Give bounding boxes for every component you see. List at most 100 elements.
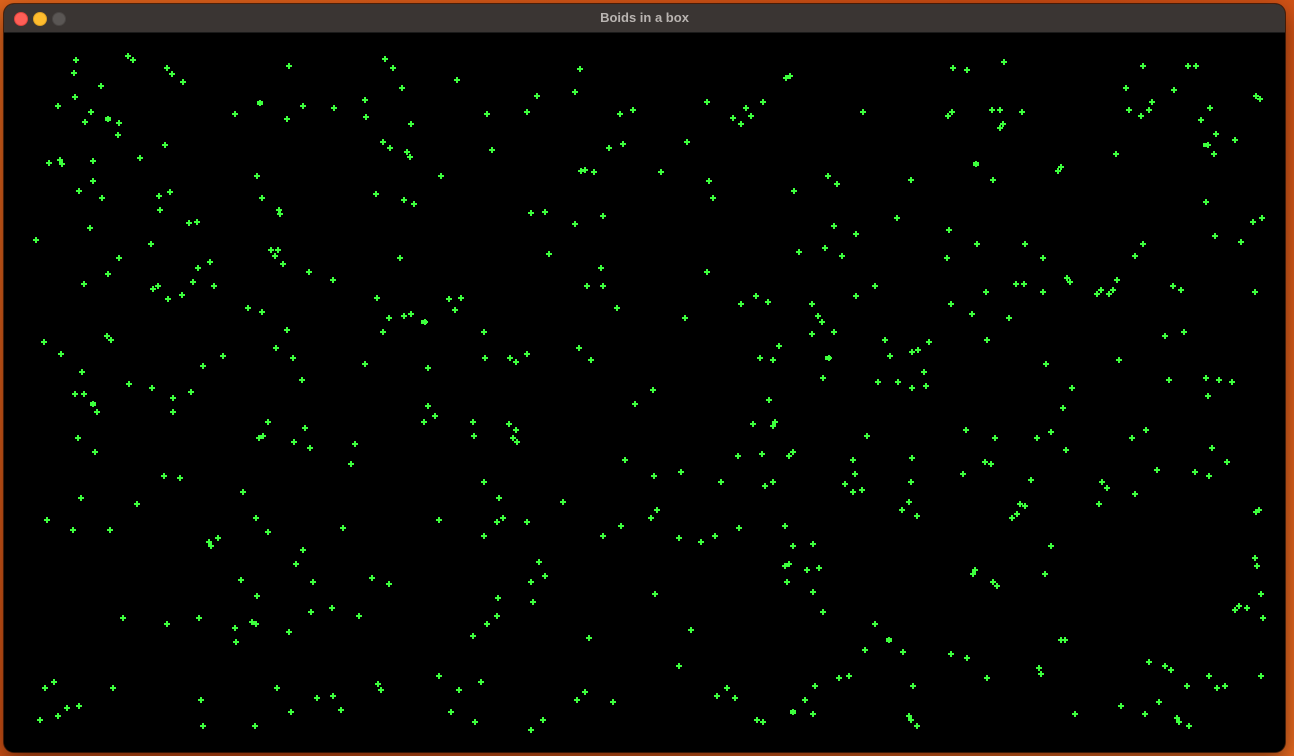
boid	[949, 109, 955, 115]
boid-large	[421, 320, 427, 324]
boid	[900, 649, 906, 655]
boid	[81, 391, 87, 397]
boid	[534, 93, 540, 99]
titlebar[interactable]: Boids in a box	[4, 4, 1285, 33]
boid	[676, 535, 682, 541]
boid	[275, 247, 281, 253]
boid	[286, 63, 292, 69]
boid	[1213, 131, 1219, 137]
boid	[386, 315, 392, 321]
boid	[1138, 113, 1144, 119]
boid	[291, 439, 297, 445]
boid	[387, 145, 393, 151]
boid	[620, 141, 626, 147]
boid	[188, 389, 194, 395]
boid	[363, 114, 369, 120]
boid	[1019, 109, 1025, 115]
boid	[481, 533, 487, 539]
boid	[1258, 673, 1264, 679]
boid	[698, 539, 704, 545]
boid	[90, 158, 96, 164]
boid	[750, 421, 756, 427]
boid-large	[257, 101, 263, 105]
boid	[1142, 711, 1148, 717]
boid	[1259, 215, 1265, 221]
boid	[606, 145, 612, 151]
boid	[1156, 699, 1162, 705]
boid	[33, 237, 39, 243]
boid	[489, 147, 495, 153]
boid	[822, 245, 828, 251]
boid	[1001, 59, 1007, 65]
boid	[950, 65, 956, 71]
boid	[164, 621, 170, 627]
boid	[524, 519, 530, 525]
boid	[46, 160, 52, 166]
boid	[514, 439, 520, 445]
boid	[831, 329, 837, 335]
boid	[299, 377, 305, 383]
boid	[909, 385, 915, 391]
boid	[167, 189, 173, 195]
boid	[732, 695, 738, 701]
boid	[820, 609, 826, 615]
boid	[137, 155, 143, 161]
boid	[1232, 137, 1238, 143]
boid	[274, 685, 280, 691]
boid	[815, 313, 821, 319]
boid	[710, 195, 716, 201]
boid	[157, 207, 163, 213]
boid	[481, 479, 487, 485]
boid	[582, 167, 588, 173]
boid	[401, 313, 407, 319]
boid	[180, 79, 186, 85]
boid	[654, 507, 660, 513]
boid	[1203, 375, 1209, 381]
boid	[542, 573, 548, 579]
boid	[500, 515, 506, 521]
boid	[1129, 435, 1135, 441]
boid	[408, 121, 414, 127]
boid	[735, 453, 741, 459]
boid	[1216, 377, 1222, 383]
boid	[293, 561, 299, 567]
boid	[850, 457, 856, 463]
boid	[834, 181, 840, 187]
boid	[760, 99, 766, 105]
boid	[494, 613, 500, 619]
boid	[1181, 329, 1187, 335]
boid	[530, 599, 536, 605]
boid	[408, 311, 414, 317]
boid	[960, 471, 966, 477]
boid	[1040, 255, 1046, 261]
boid	[923, 383, 929, 389]
boid	[600, 213, 606, 219]
boid	[233, 639, 239, 645]
boid	[481, 329, 487, 335]
boid	[875, 379, 881, 385]
boid	[254, 173, 260, 179]
boid	[438, 173, 444, 179]
boid	[425, 365, 431, 371]
boid	[436, 673, 442, 679]
boid	[70, 527, 76, 533]
boid	[277, 211, 283, 217]
boid	[1114, 277, 1120, 283]
boid	[572, 221, 578, 227]
boid	[1106, 291, 1112, 297]
boid	[1206, 673, 1212, 679]
boid	[948, 301, 954, 307]
boid	[524, 109, 530, 115]
boid	[1098, 287, 1104, 293]
boid	[618, 523, 624, 529]
boid	[265, 419, 271, 425]
boid	[648, 515, 654, 521]
boid	[598, 265, 604, 271]
boid	[790, 543, 796, 549]
boid	[591, 169, 597, 175]
simulation-canvas[interactable]	[4, 33, 1285, 752]
boid	[1146, 659, 1152, 665]
boid	[87, 225, 93, 231]
boid	[470, 419, 476, 425]
boid	[37, 717, 43, 723]
